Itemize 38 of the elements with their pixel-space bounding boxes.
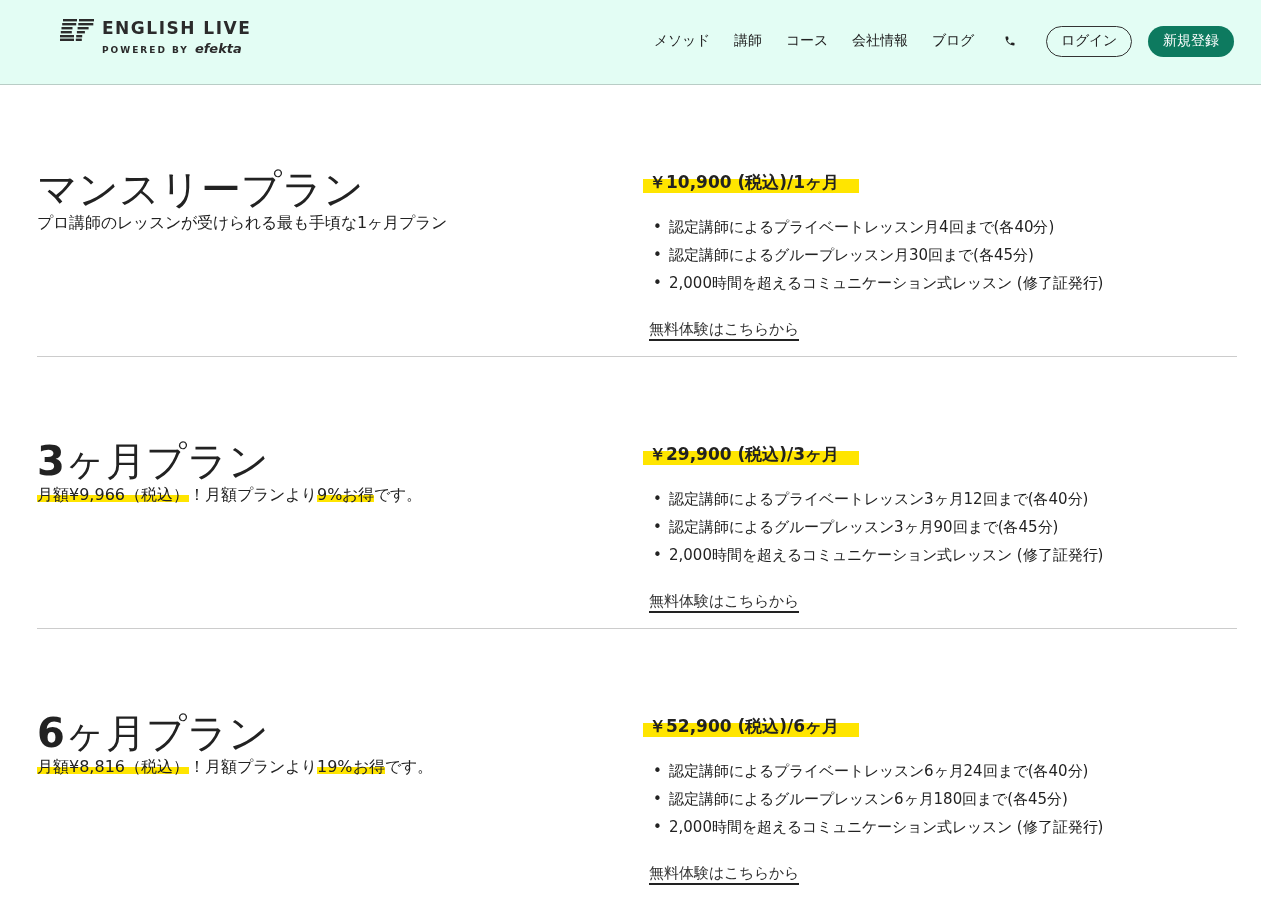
list-bullet: • bbox=[653, 545, 663, 565]
feature-item: 2,000時間を超えるコミュニケーション式レッスン (修了証発行) bbox=[669, 817, 1104, 838]
feature-item: 認定講師によるグループレッスン月30回まで(各45分) bbox=[669, 245, 1034, 266]
list-bullet: • bbox=[653, 789, 663, 809]
logo-mark-icon bbox=[60, 18, 94, 41]
nav-link[interactable]: メソッド bbox=[654, 32, 710, 50]
list-bullet: • bbox=[653, 217, 663, 237]
logo-brand: efekta bbox=[194, 40, 242, 56]
nav-link[interactable]: 会社情報 bbox=[852, 32, 908, 50]
feature-item: 認定講師によるプライベートレッスン3ヶ月12回まで(各40分) bbox=[669, 489, 1089, 510]
plan-description: 月額¥9,966（税込）！月額プランより 9%お得です。 bbox=[37, 484, 424, 506]
list-bullet: • bbox=[653, 273, 663, 293]
feature-item: 2,000時間を超えるコミュニケーション式レッスン (修了証発行) bbox=[669, 273, 1104, 294]
free-trial-link[interactable]: 無料体験はこちらから bbox=[649, 319, 799, 341]
logo-title: ENGLISH LIVE bbox=[102, 16, 252, 39]
feature-item: 認定講師によるプライベートレッスン6ヶ月24回まで(各40分) bbox=[669, 761, 1089, 782]
plan-title: 3ヶ月プラン bbox=[37, 437, 270, 485]
free-trial-link[interactable]: 無料体験はこちらから bbox=[649, 863, 799, 885]
list-bullet: • bbox=[653, 517, 663, 537]
list-bullet: • bbox=[653, 817, 663, 837]
plan-title: マンスリープラン bbox=[37, 165, 365, 213]
nav-link[interactable]: 講師 bbox=[734, 32, 762, 50]
phone-icon[interactable] bbox=[1004, 35, 1016, 47]
feature-item: 認定講師によるグループレッスン6ヶ月180回まで(各45分) bbox=[669, 789, 1068, 810]
signup-button[interactable]: 新規登録 bbox=[1148, 25, 1234, 57]
feature-item: 2,000時間を超えるコミュニケーション式レッスン (修了証発行) bbox=[669, 545, 1104, 566]
nav-link[interactable]: コース bbox=[786, 32, 828, 50]
feature-item: 認定講師によるグループレッスン3ヶ月90回まで(各45分) bbox=[669, 517, 1059, 538]
list-bullet: • bbox=[653, 761, 663, 781]
logo-tagline: POWERED BY bbox=[102, 44, 189, 55]
plan-description: プロ講師のレッスンが受けられる最も手頃な1ヶ月プラン bbox=[37, 212, 449, 234]
list-bullet: • bbox=[653, 245, 663, 265]
feature-item: 認定講師によるプライベートレッスン月4回まで(各40分) bbox=[669, 217, 1055, 238]
list-bullet: • bbox=[653, 489, 663, 509]
plan-description: 月額¥8,816（税込）！月額プランより 19%お得です。 bbox=[37, 756, 434, 778]
plan-title: 6ヶ月プラン bbox=[37, 709, 270, 757]
free-trial-link[interactable]: 無料体験はこちらから bbox=[649, 591, 799, 613]
nav-link[interactable]: ブログ bbox=[932, 32, 974, 50]
